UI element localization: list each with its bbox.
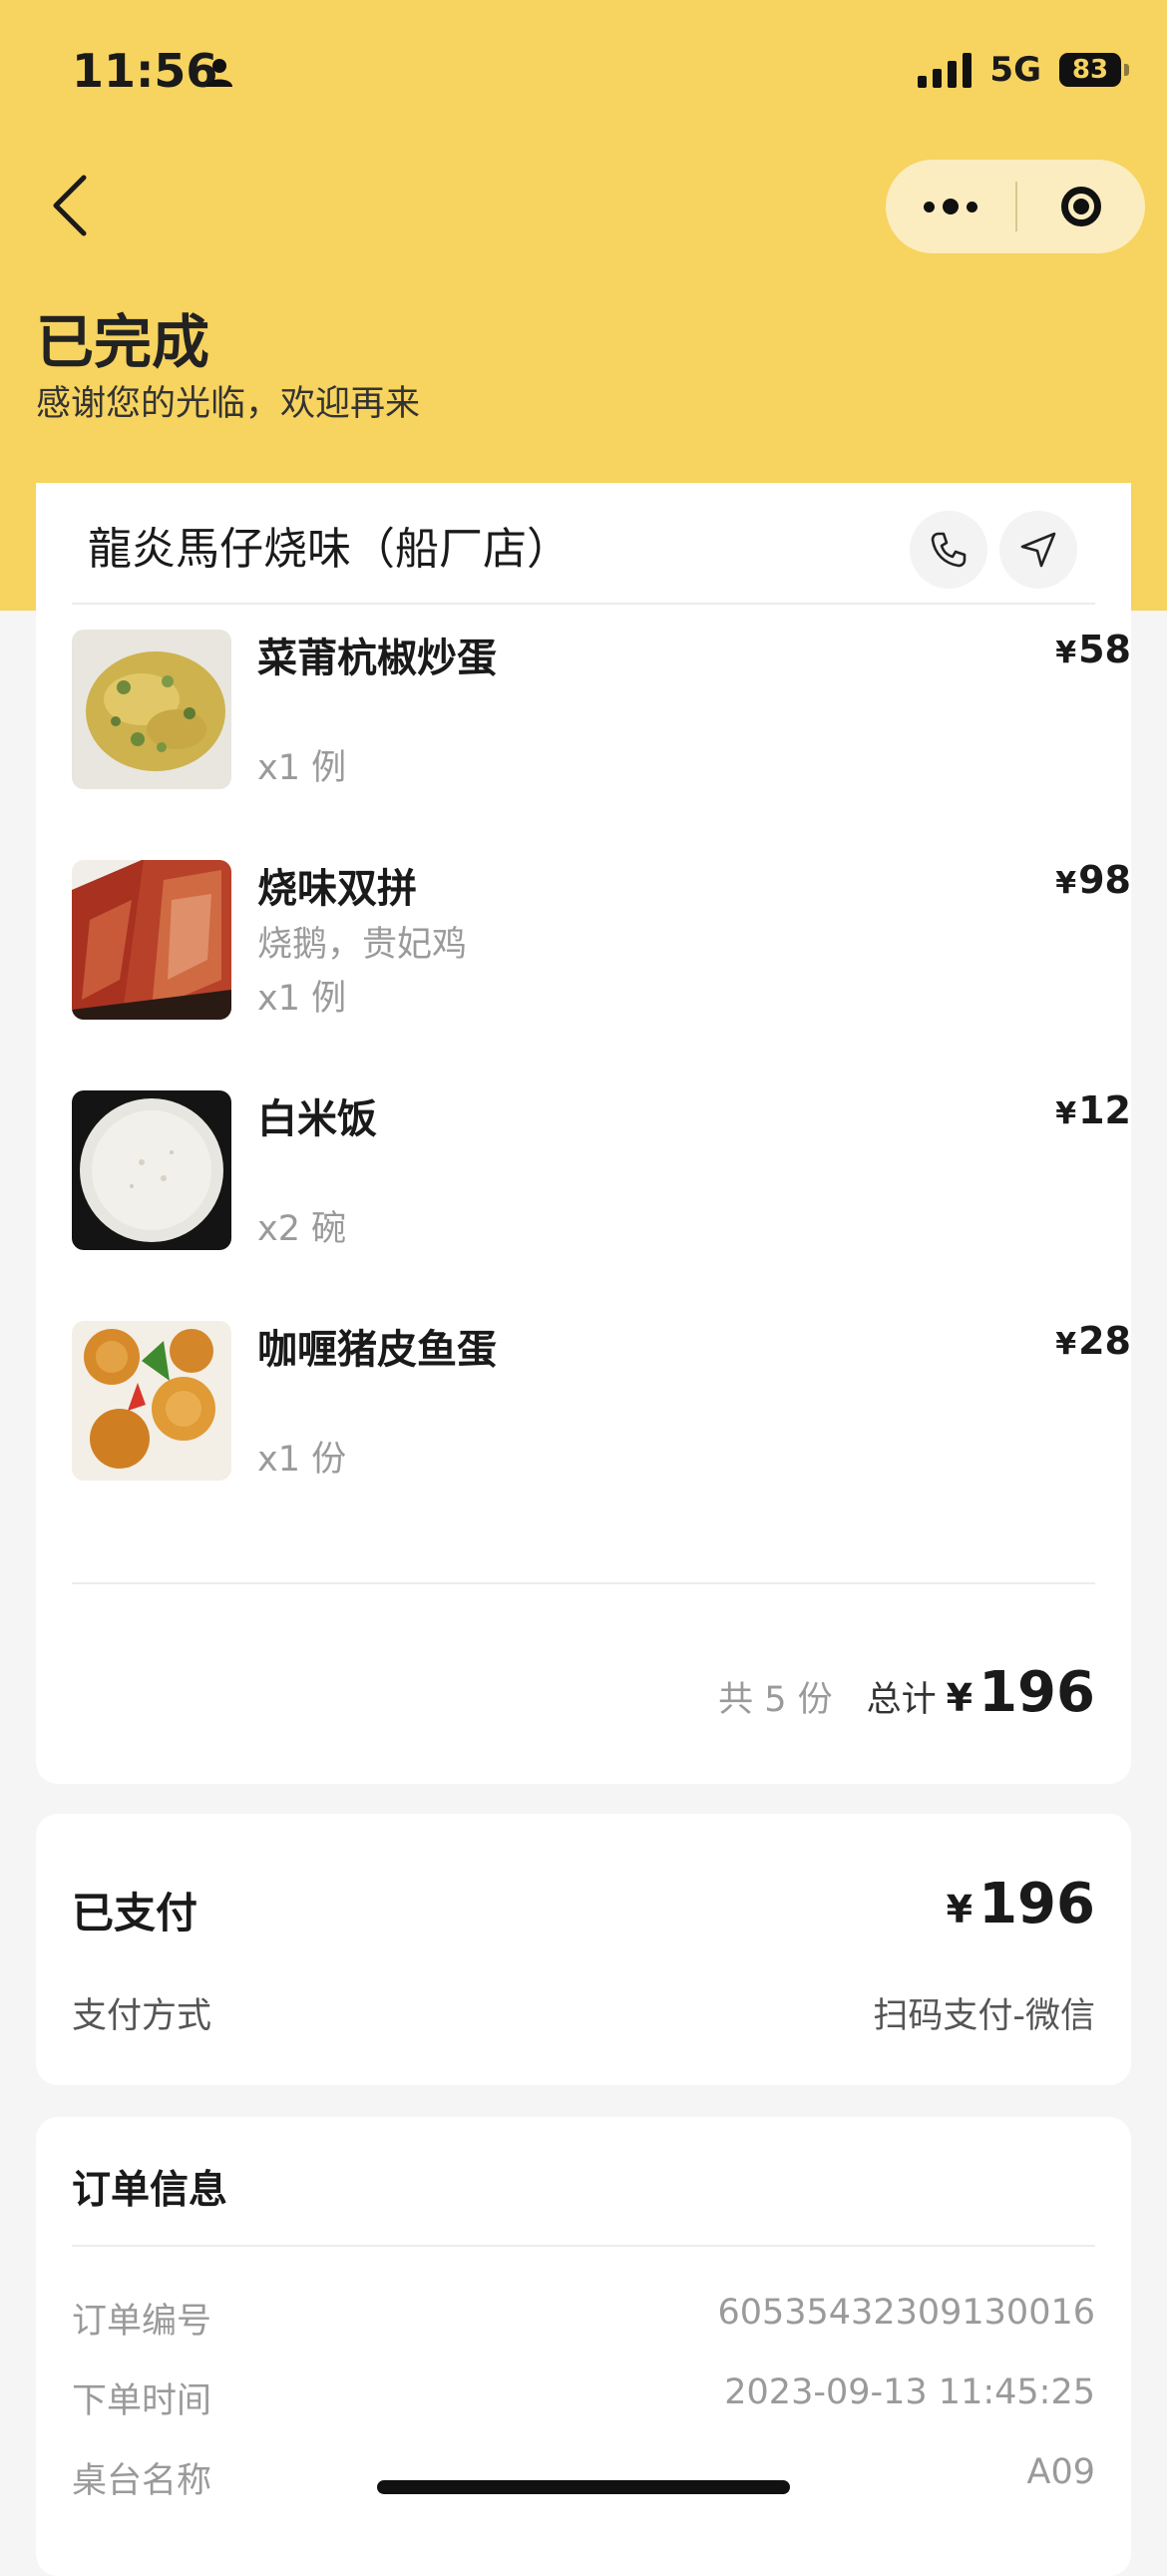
order-info-card: 订单信息 订单编号 60535432309130016 下单时间 2023-09… — [36, 2117, 1131, 2576]
payment-currency: ¥ — [946, 1888, 973, 1932]
item-quantity: x1 例 — [257, 979, 347, 1019]
item-price: ¥12 — [1055, 1088, 1131, 1132]
miniprogram-capsule — [886, 160, 1145, 253]
item-photo-curry — [72, 1321, 231, 1481]
item-photo-rice — [72, 1090, 231, 1250]
order-number-row: 订单编号 60535432309130016 — [72, 2293, 1095, 2343]
more-dots-icon[interactable] — [886, 199, 1015, 215]
total-label: 总计 — [866, 1680, 937, 1720]
item-price: ¥58 — [1055, 628, 1131, 671]
payment-amount-value: 196 — [978, 1872, 1095, 1936]
total-amount: 196 — [978, 1660, 1095, 1725]
table-name-row: 桌台名称 A09 — [72, 2452, 1095, 2502]
item-price-value: 12 — [1078, 1088, 1131, 1132]
currency-symbol: ¥ — [1055, 1096, 1077, 1131]
item-price: ¥98 — [1055, 858, 1131, 902]
items-divider — [72, 1582, 1095, 1584]
payment-card: 已支付 ¥ 196 支付方式 扫码支付-微信 — [36, 1814, 1131, 2085]
order-time-row: 下单时间 2023-09-13 11:45:25 — [72, 2372, 1095, 2422]
info-label: 桌台名称 — [72, 2461, 212, 2501]
home-indicator[interactable] — [377, 2480, 790, 2494]
payment-status: 已支付 — [72, 1889, 198, 1937]
item-price: ¥28 — [1055, 1319, 1131, 1363]
total-currency: ¥ — [946, 1676, 973, 1720]
phone-icon[interactable] — [910, 511, 987, 589]
status-indicators: 5G 83 — [918, 50, 1129, 90]
item-name: 白米饭 — [257, 1096, 377, 1142]
status-time: 11:56 — [72, 44, 218, 98]
order-card: 龍炎馬仔烧味（船厂店） 菜莆杭椒炒蛋 x1 例 ¥58 烧味双拼 烧鹅，贵妃鸡 … — [36, 483, 1131, 1784]
item-price-value: 28 — [1078, 1319, 1131, 1363]
navigation-icon[interactable] — [999, 511, 1077, 589]
currency-symbol: ¥ — [1055, 866, 1077, 901]
currency-symbol: ¥ — [1055, 1327, 1077, 1362]
item-quantity: x1 份 — [257, 1440, 347, 1480]
page-title: 已完成 — [36, 308, 210, 376]
item-name: 咖喱猪皮鱼蛋 — [257, 1327, 497, 1373]
battery-level: 83 — [1071, 55, 1109, 85]
currency-symbol: ¥ — [1055, 636, 1077, 670]
network-label: 5G — [989, 50, 1041, 90]
item-spec: 烧鹅，贵妃鸡 — [257, 925, 468, 965]
signal-icon — [918, 52, 972, 88]
order-item: 菜莆杭椒炒蛋 x1 例 ¥58 — [72, 628, 1131, 789]
info-label: 下单时间 — [72, 2381, 212, 2421]
order-time-value: 2023-09-13 11:45:25 — [724, 2372, 1095, 2412]
back-arrow-icon[interactable] — [48, 174, 92, 237]
shop-name[interactable]: 龍炎馬仔烧味（船厂店） — [88, 513, 571, 577]
item-price-value: 98 — [1078, 858, 1131, 902]
item-name: 菜莆杭椒炒蛋 — [257, 636, 497, 681]
order-item: 白米饭 x2 碗 ¥12 — [72, 1088, 1131, 1250]
target-close-icon[interactable] — [1017, 187, 1145, 226]
item-quantity: x2 碗 — [257, 1209, 347, 1249]
item-price-value: 58 — [1078, 628, 1131, 671]
order-info-title: 订单信息 — [72, 2168, 228, 2213]
info-divider — [72, 2245, 1095, 2247]
info-label: 订单编号 — [72, 2302, 212, 2342]
payment-method-value: 扫码支付-微信 — [873, 1996, 1095, 2036]
payment-method-label: 支付方式 — [72, 1996, 212, 2036]
shop-divider — [72, 603, 1095, 605]
table-name-value: A09 — [1026, 2452, 1095, 2492]
order-number-value[interactable]: 60535432309130016 — [717, 2293, 1095, 2333]
order-item: 烧味双拼 烧鹅，贵妃鸡 x1 例 ¥98 — [72, 858, 1131, 1020]
item-count: 共 5 份 — [718, 1680, 833, 1720]
item-quantity: x1 例 — [257, 748, 347, 788]
item-photo-egg — [72, 630, 231, 789]
page-subtitle: 感谢您的光临，欢迎再来 — [36, 384, 421, 424]
item-photo-roast-meat — [72, 860, 231, 1020]
payment-amount: ¥ 196 — [947, 1872, 1095, 1936]
order-item: 咖喱猪皮鱼蛋 x1 份 ¥28 — [72, 1319, 1131, 1481]
battery-icon: 83 — [1059, 53, 1129, 87]
item-name: 烧味双拼 — [257, 866, 417, 912]
person-icon — [206, 59, 232, 87]
order-summary: 共 5 份 总计 ¥ 196 — [718, 1660, 1095, 1725]
